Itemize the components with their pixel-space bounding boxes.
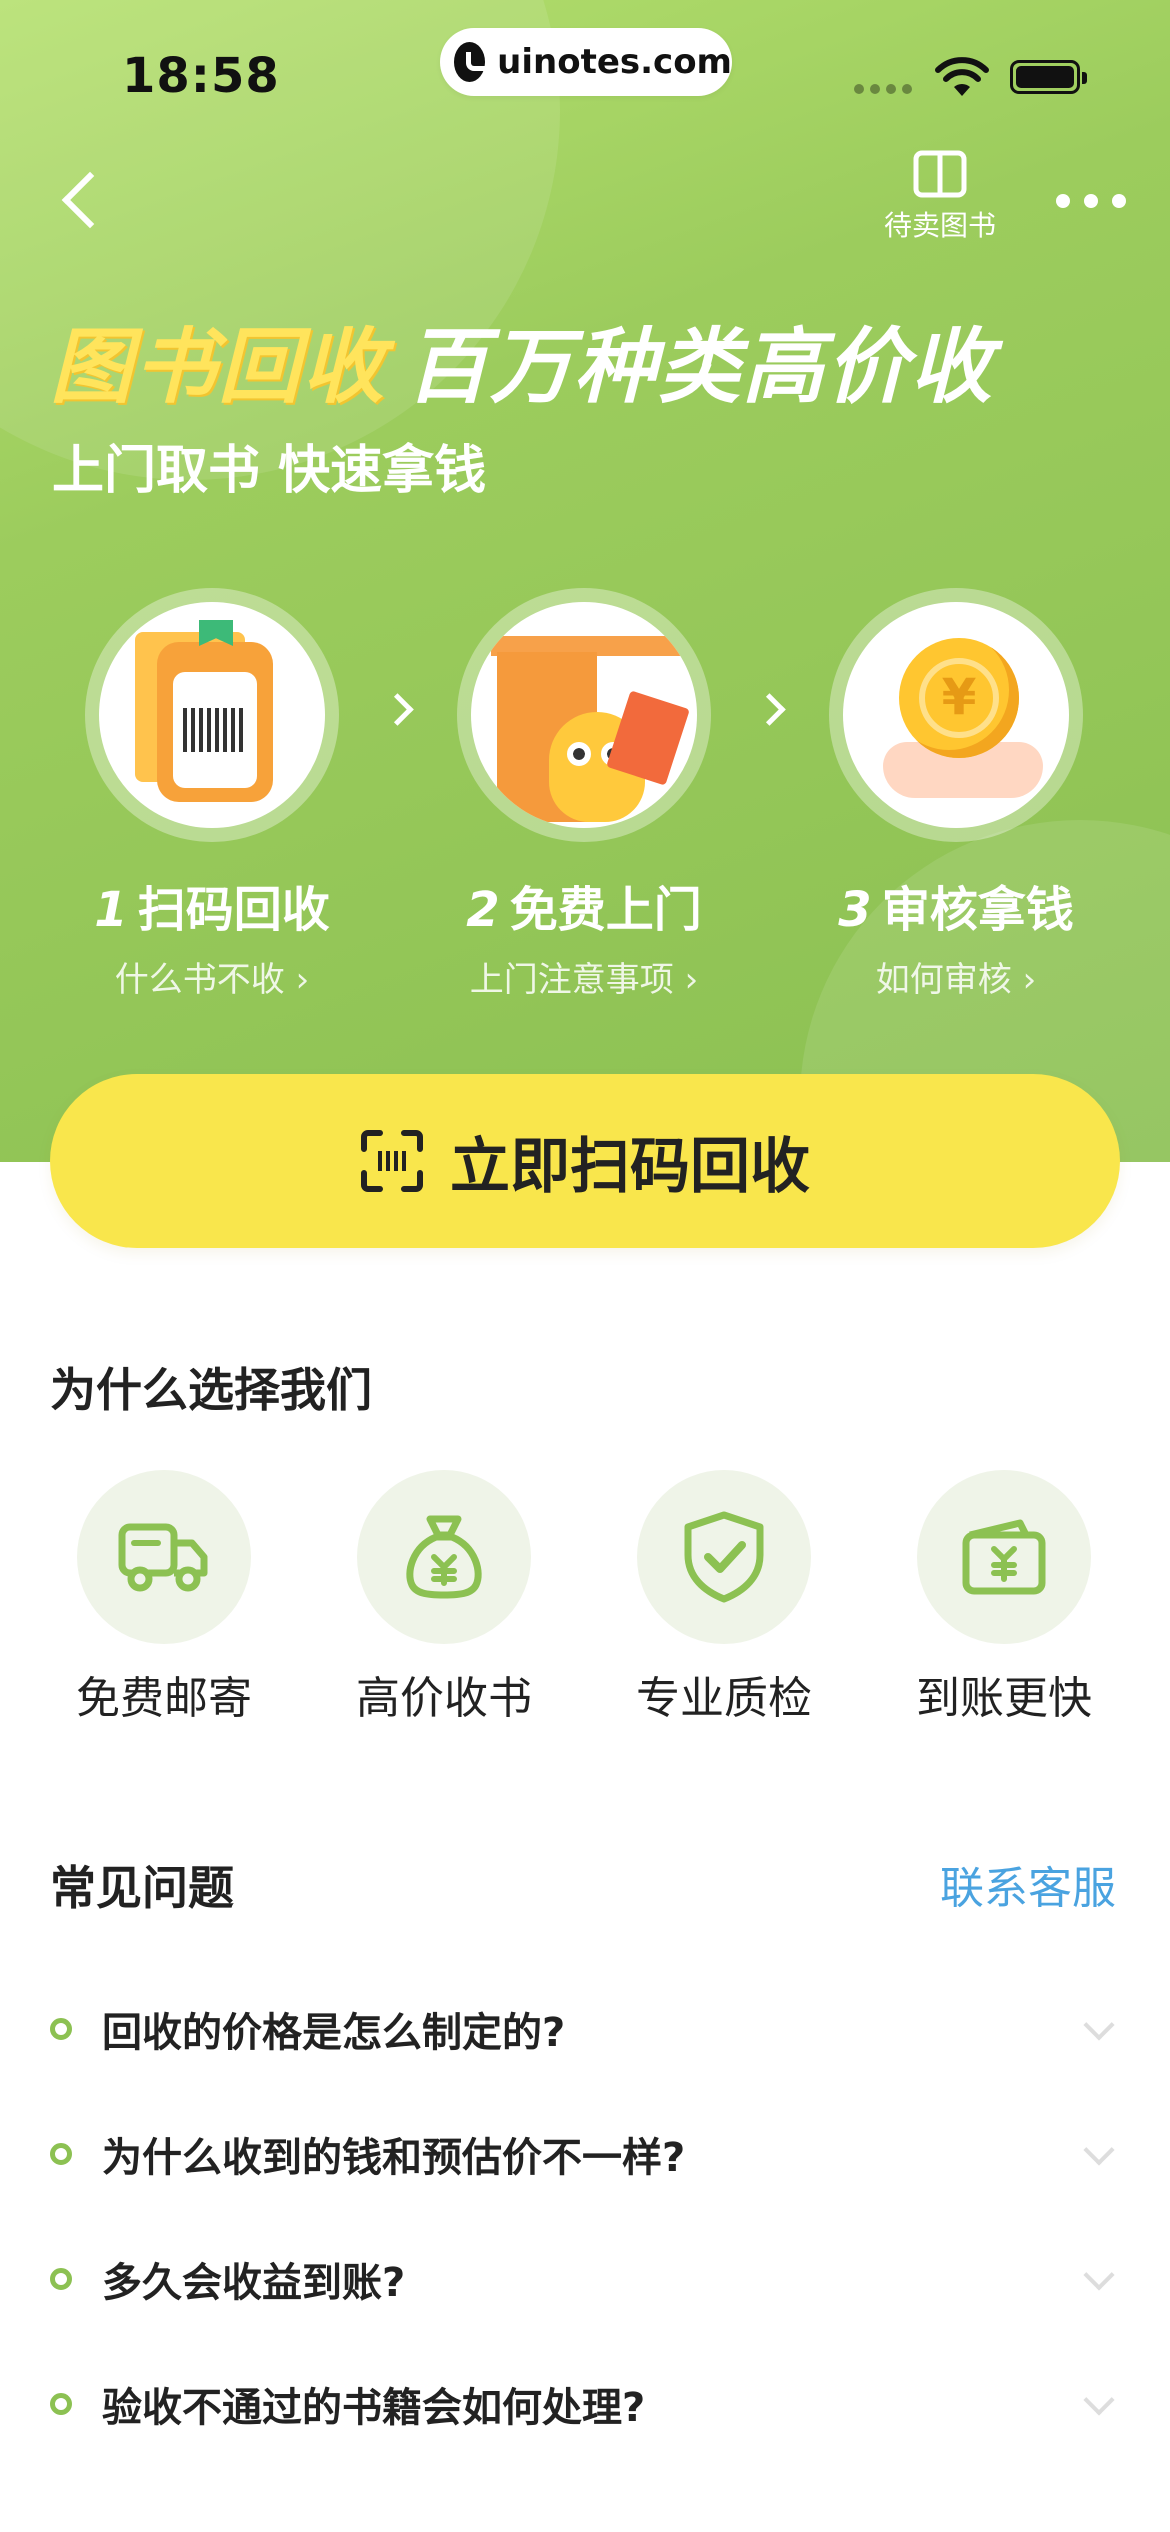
bullet-icon (50, 2393, 72, 2415)
site-logo-icon (454, 42, 493, 82)
feature-label: 免费邮寄 (76, 1673, 252, 1724)
step-ring (457, 588, 711, 842)
contact-service-link[interactable]: 联系客服 (940, 1852, 1116, 1916)
back-button[interactable] (52, 168, 112, 238)
status-bar: 18:58 uinotes.com (0, 0, 1170, 140)
chevron-down-icon (1084, 2389, 1114, 2419)
chevron-down-icon (1084, 2139, 1114, 2169)
feature-free-shipping: 免费邮寄 (64, 1470, 264, 1726)
bullet-icon (50, 2143, 72, 2165)
bullet-icon (50, 2268, 72, 2290)
step-title: 3 审核拿钱 (838, 882, 1074, 938)
step-arrow-icon (384, 690, 414, 730)
pending-books-label: 待卖图书 (883, 209, 996, 242)
step-ring: ¥ (829, 588, 1083, 842)
faq-item[interactable]: 回收的价格是怎么制定的? (50, 1984, 1120, 2074)
step-link-how-review[interactable]: 如何审核 › (826, 952, 1086, 1001)
step-arrow-icon (756, 690, 786, 730)
scan-book-illustration (99, 602, 325, 828)
faq-question: 为什么收到的钱和预估价不一样? (102, 2135, 686, 2181)
faq-item[interactable]: 多久会收益到账? (50, 2234, 1120, 2324)
faq-item[interactable]: 为什么收到的钱和预估价不一样? (50, 2109, 1120, 2199)
feature-quality-check: 专业质检 (624, 1470, 824, 1726)
wifi-icon (935, 57, 989, 96)
feature-label: 到账更快 (916, 1673, 1092, 1724)
signal-icon (854, 84, 914, 94)
step-pickup: 2 免费上门 上门注意事项 › (454, 588, 714, 1001)
url-pill: uinotes.com (440, 28, 732, 96)
feature-circle (637, 1470, 811, 1644)
feature-faster-payout: 到账更快 (904, 1470, 1104, 1726)
step-review: ¥ 3 审核拿钱 如何审核 › (826, 588, 1086, 1001)
feature-circle (917, 1470, 1091, 1644)
feature-label: 专业质检 (636, 1673, 812, 1724)
scan-recycle-button[interactable]: 立即扫码回收 (50, 1074, 1120, 1248)
step-link-pickup-notes[interactable]: 上门注意事项 › (454, 952, 714, 1001)
step-scan: 1 扫码回收 什么书不收 › (82, 588, 342, 1001)
chevron-down-icon (1084, 2014, 1114, 2044)
status-time: 18:58 (122, 48, 280, 104)
headline-highlight: 图书回收 (50, 320, 386, 415)
faq-title: 常见问题 (50, 1861, 234, 1915)
step-title: 2 免费上门 (466, 882, 702, 938)
feature-circle (77, 1470, 251, 1644)
url-text: uinotes.com (497, 42, 732, 82)
step-title: 1 扫码回收 (94, 882, 330, 938)
coin-hand-illustration: ¥ (843, 602, 1069, 828)
feature-label: 高价收书 (356, 1673, 532, 1724)
feature-high-price: 高价收书 (344, 1470, 544, 1726)
step-link-what-not-accepted[interactable]: 什么书不收 › (82, 952, 342, 1001)
more-dots-icon[interactable] (1056, 194, 1126, 208)
hero-headline: 图书回收 百万种类高价收 (50, 300, 994, 419)
faq-question: 多久会收益到账? (102, 2260, 406, 2306)
wallet-icon (962, 1519, 1046, 1595)
door-delivery-illustration (471, 602, 697, 828)
hero-subline: 上门取书 快速拿钱 (52, 441, 487, 501)
faq-item[interactable]: 验收不通过的书籍会如何处理? (50, 2359, 1120, 2449)
shield-check-icon (684, 1511, 764, 1603)
battery-icon (1010, 60, 1087, 94)
feature-circle (357, 1470, 531, 1644)
money-bag-icon (406, 1515, 482, 1599)
book-open-icon (913, 150, 967, 198)
truck-icon (118, 1523, 208, 1592)
faq-question: 验收不通过的书籍会如何处理? (102, 2385, 646, 2431)
why-title: 为什么选择我们 (50, 1363, 372, 1417)
headline-rest: 百万种类高价收 (406, 320, 994, 415)
chevron-down-icon (1084, 2264, 1114, 2294)
faq-question: 回收的价格是怎么制定的? (102, 2010, 566, 2056)
scan-icon (361, 1130, 423, 1192)
pending-books-button[interactable]: 待卖图书 (870, 150, 1010, 244)
scan-recycle-label: 立即扫码回收 (450, 1131, 810, 1202)
bullet-icon (50, 2018, 72, 2040)
step-ring (85, 588, 339, 842)
